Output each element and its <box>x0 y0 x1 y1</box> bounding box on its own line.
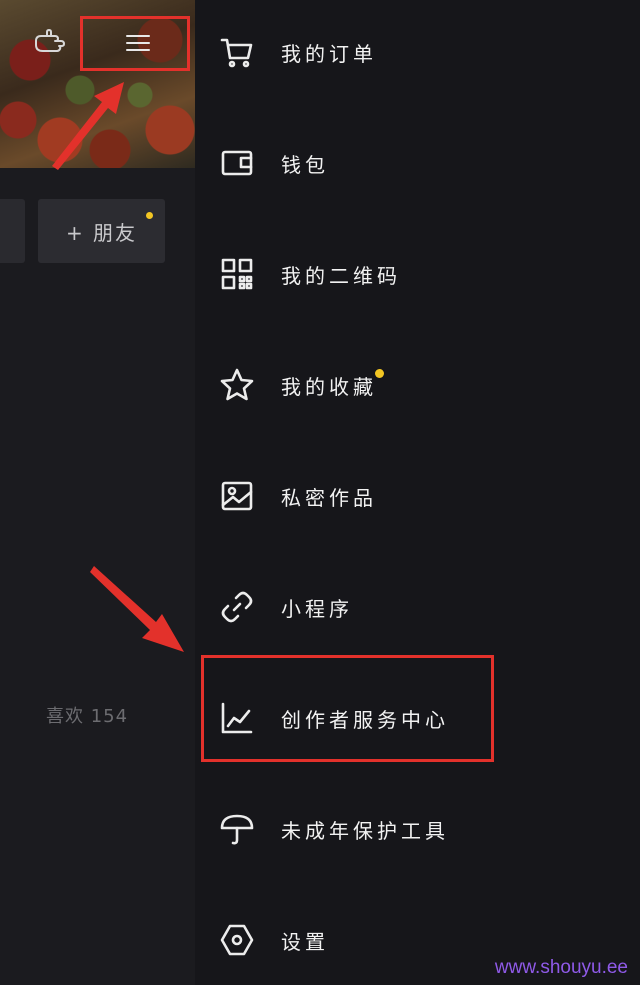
menu-item-favorites[interactable]: 我的收藏 <box>217 355 617 415</box>
menu-item-label: 未成年保护工具 <box>281 818 449 843</box>
hexagon-settings-icon <box>217 920 257 960</box>
menu-item-mini-programs[interactable]: 小程序 <box>217 577 617 637</box>
add-friend-button[interactable]: + 朋友 <box>38 199 165 263</box>
menu-item-label: 我的收藏 <box>281 374 377 399</box>
star-icon <box>217 365 257 405</box>
watermark-text: www.shouyu.ee <box>494 957 628 978</box>
arrow-to-menu-icon <box>52 82 124 170</box>
menu-item-label: 我的二维码 <box>281 263 401 288</box>
menu-item-wallet[interactable]: 钱包 <box>217 133 617 193</box>
new-badge-dot <box>375 368 384 378</box>
menu-item-minor-protection[interactable]: 未成年保护工具 <box>217 799 617 859</box>
shopping-cart-icon <box>217 32 257 72</box>
menu-item-label: 我的订单 <box>281 41 377 66</box>
hamburger-menu-icon <box>126 33 150 53</box>
side-drawer-menu: 我的订单 钱包 我的二维码 我的收藏 私密作品 小程序 创作者服务中心 未成年保… <box>195 0 640 985</box>
menu-item-qr-code[interactable]: 我的二维码 <box>217 244 617 304</box>
hand-pointer-icon[interactable] <box>33 27 67 55</box>
menu-item-label: 私密作品 <box>281 485 377 510</box>
menu-item-label: 小程序 <box>281 596 353 621</box>
arrow-to-creator-center <box>90 566 184 652</box>
menu-item-label: 钱包 <box>281 152 329 177</box>
creator-center-highlight-box <box>201 655 494 762</box>
menu-item-label: 设置 <box>281 929 329 954</box>
wallet-icon <box>217 143 257 183</box>
menu-item-private-works[interactable]: 私密作品 <box>217 466 617 526</box>
edit-profile-button[interactable] <box>0 199 25 263</box>
link-icon <box>217 587 257 627</box>
likes-tab[interactable]: 喜欢 154 <box>46 702 128 728</box>
notification-dot <box>146 212 153 219</box>
umbrella-icon <box>217 809 257 849</box>
add-friend-label: + 朋友 <box>65 220 138 245</box>
menu-button[interactable] <box>80 16 190 71</box>
menu-item-orders[interactable]: 我的订单 <box>217 22 617 82</box>
image-icon <box>217 476 257 516</box>
qr-code-icon <box>217 254 257 294</box>
